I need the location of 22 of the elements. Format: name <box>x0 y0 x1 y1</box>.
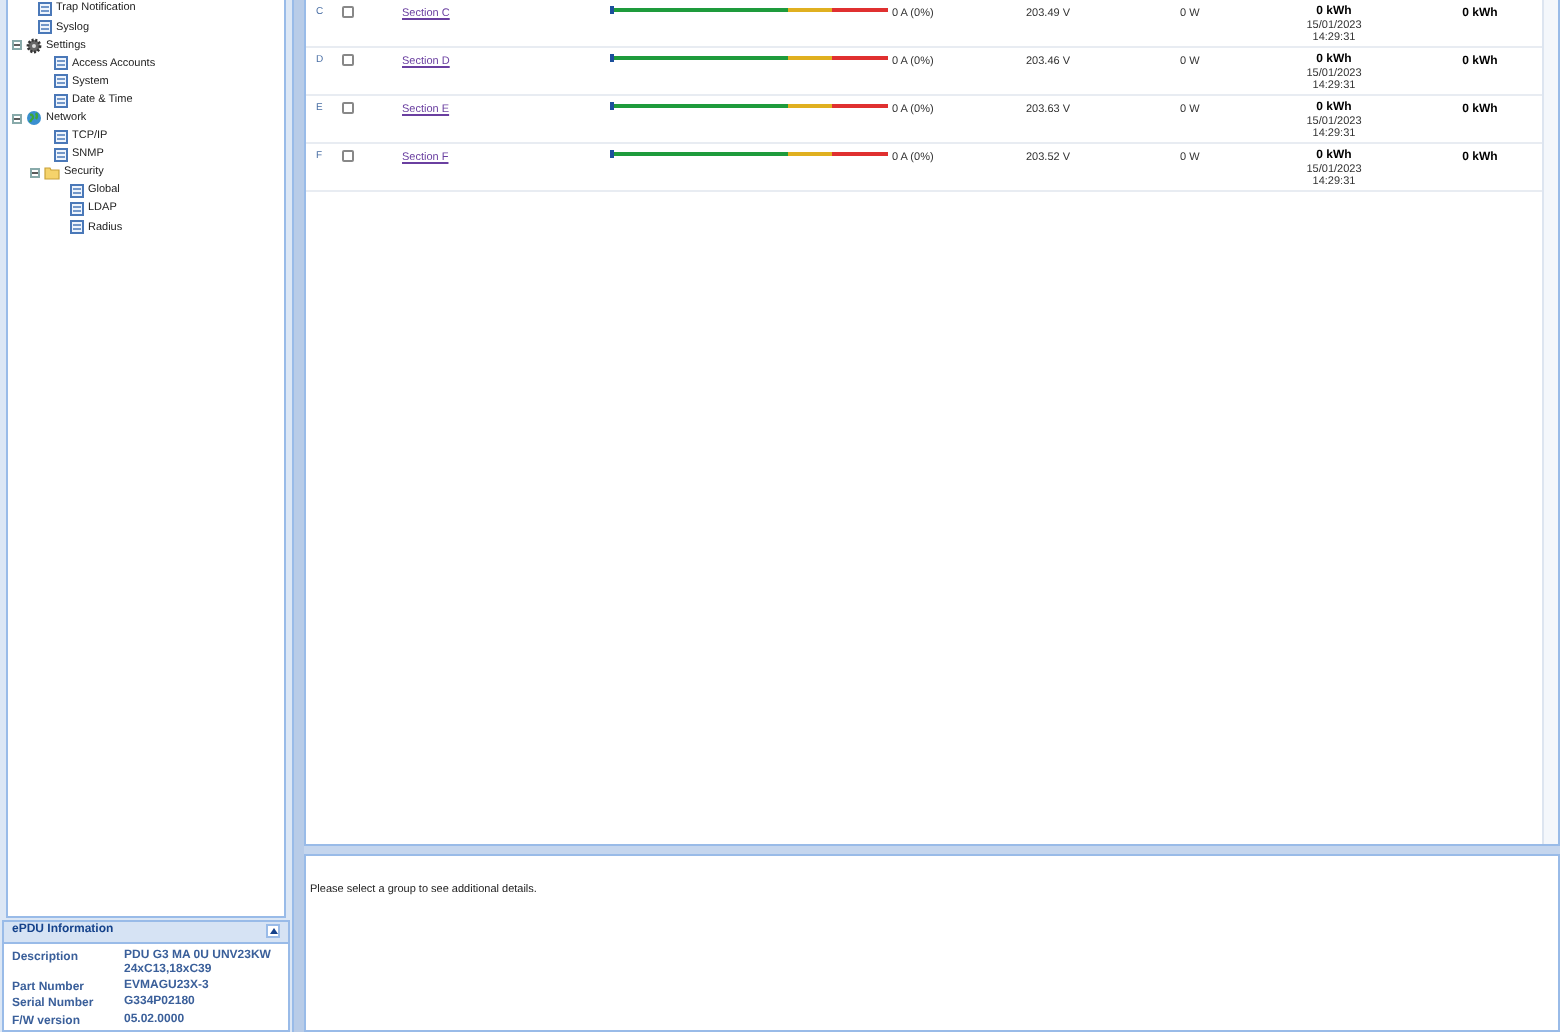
page-icon <box>54 74 68 89</box>
page-icon <box>54 93 68 108</box>
row-checkbox[interactable] <box>342 6 354 18</box>
row-checkbox[interactable] <box>342 54 354 66</box>
expand-toggle[interactable] <box>12 113 22 124</box>
page-icon <box>70 183 84 198</box>
page-icon <box>38 20 52 35</box>
page-icon <box>38 2 52 17</box>
globe-icon <box>26 110 42 127</box>
folder-icon <box>44 165 60 180</box>
page-icon <box>54 147 68 162</box>
page-icon <box>54 56 68 71</box>
page-icon <box>54 129 68 144</box>
row-checkbox[interactable] <box>342 102 354 114</box>
expand-toggle[interactable] <box>30 167 40 178</box>
expand-toggle[interactable] <box>12 40 22 51</box>
row-checkbox[interactable] <box>342 150 354 162</box>
caret-icon <box>269 928 277 934</box>
collapse-button[interactable] <box>266 924 280 938</box>
page-icon <box>70 220 84 235</box>
gear-icon <box>26 37 42 54</box>
page-icon <box>70 202 84 217</box>
